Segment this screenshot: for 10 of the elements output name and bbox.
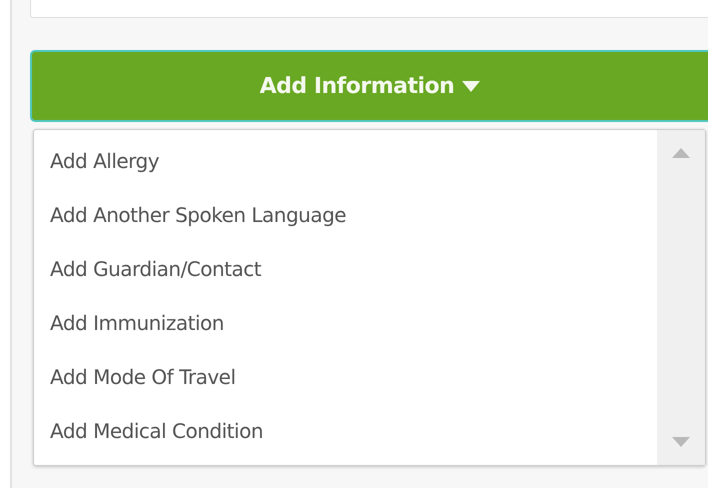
menu-item[interactable]: Add Another Spoken Language [34,188,657,242]
menu-item[interactable]: Add Mode Of Travel [34,350,657,404]
scroll-up-icon[interactable] [672,148,690,158]
caret-icon [462,80,480,92]
menu-item[interactable]: Add Immunization [34,296,657,350]
scroll-down-icon[interactable] [672,437,690,447]
scrollbar[interactable] [657,130,705,465]
menu-item[interactable]: Add Allergy [34,134,657,188]
menu-item[interactable]: Add Medical Condition [34,404,657,458]
menu-item[interactable]: Add Guardian/Contact [34,242,657,296]
